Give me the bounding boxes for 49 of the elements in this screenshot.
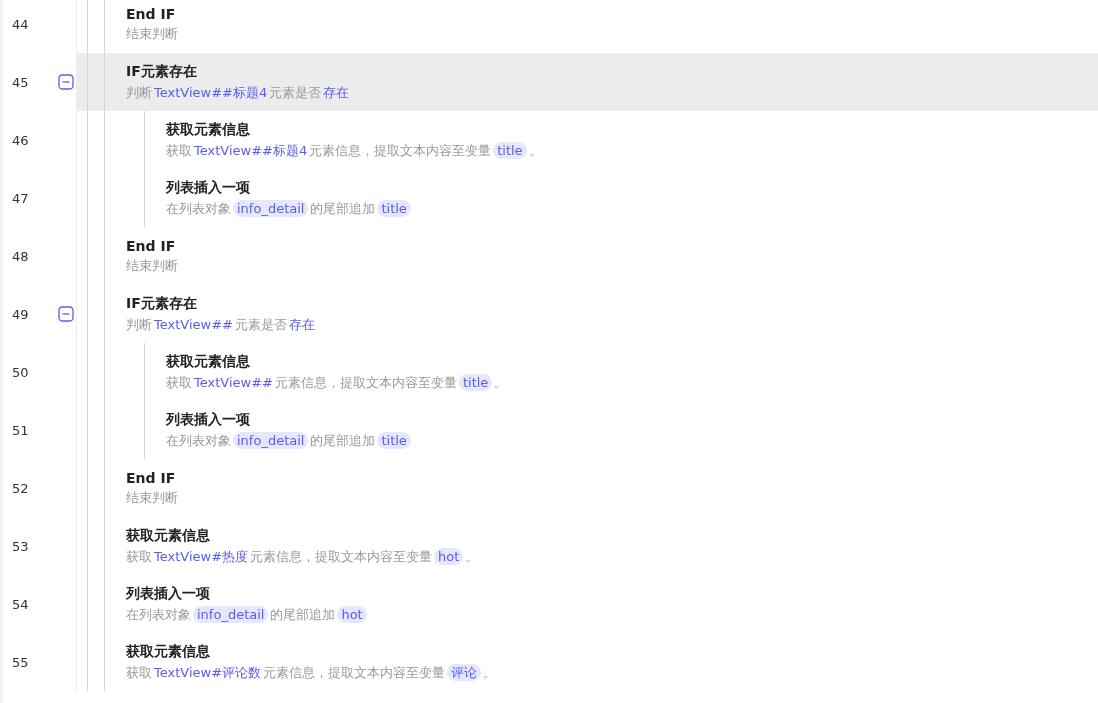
step-description: 获取TextView#热度元素信息，提取文本内容至变量 hot 。 <box>126 547 479 566</box>
step-title: 列表插入一项 <box>166 410 251 429</box>
step-description: 在列表对象 info_detail 的尾部追加 hot <box>126 605 369 624</box>
line-number: 49 <box>12 306 29 322</box>
step-description: 在列表对象 info_detail 的尾部追加 title <box>166 199 413 218</box>
variable-chip: hot <box>337 605 367 623</box>
line-number: 48 <box>12 248 29 264</box>
variable-chip: hot <box>434 547 464 565</box>
line-number: 44 <box>12 16 29 32</box>
line-number: 47 <box>12 190 29 206</box>
step-title: End IF <box>126 469 177 486</box>
step-title: 获取元素信息 <box>126 642 211 661</box>
line-number: 55 <box>12 654 29 670</box>
step-description: 获取TextView#评论数元素信息，提取文本内容至变量 评论 。 <box>126 663 497 682</box>
step-row[interactable]: IF元素存在 判断TextView##标题4元素是否存在 <box>76 53 1098 111</box>
step-title: 列表插入一项 <box>126 584 211 603</box>
line-number: 51 <box>12 422 29 438</box>
step-title: End IF <box>126 237 177 254</box>
step-title: 获取元素信息 <box>166 352 251 371</box>
variable-chip: info_detail <box>233 431 309 449</box>
step-title: End IF <box>126 5 177 22</box>
variable-chip: 评论 <box>447 663 482 681</box>
step-title: 列表插入一项 <box>166 178 251 197</box>
line-number: 52 <box>12 480 29 496</box>
step-description: 获取TextView##标题4元素信息，提取文本内容至变量 title 。 <box>166 141 542 160</box>
step-description: 在列表对象 info_detail 的尾部追加 title <box>166 431 413 450</box>
line-number: 50 <box>12 364 29 380</box>
step-title: IF元素存在 <box>126 62 198 81</box>
step-description: 结束判断 <box>126 488 178 507</box>
line-number: 53 <box>12 538 29 554</box>
variable-chip: title <box>458 373 493 391</box>
step-description: 结束判断 <box>126 24 178 43</box>
step-description: 获取TextView##元素信息，提取文本内容至变量 title 。 <box>166 373 508 392</box>
step-title: IF元素存在 <box>126 294 198 313</box>
line-number: 45 <box>12 74 29 90</box>
line-number: 46 <box>12 132 29 148</box>
step-title: 获取元素信息 <box>126 526 211 545</box>
variable-chip: title <box>493 141 527 159</box>
step-description: 判断TextView##元素是否存在 <box>126 315 316 334</box>
step-title: 获取元素信息 <box>166 120 251 139</box>
variable-chip: info_detail <box>193 605 269 623</box>
variable-chip: title <box>377 199 411 217</box>
step-description: 判断TextView##标题4元素是否存在 <box>126 83 351 102</box>
collapse-icon[interactable] <box>58 74 74 90</box>
variable-chip: title <box>377 431 411 449</box>
line-number: 54 <box>12 596 29 612</box>
variable-chip: info_detail <box>233 199 309 217</box>
step-description: 结束判断 <box>126 256 178 275</box>
collapse-icon[interactable] <box>58 306 74 322</box>
